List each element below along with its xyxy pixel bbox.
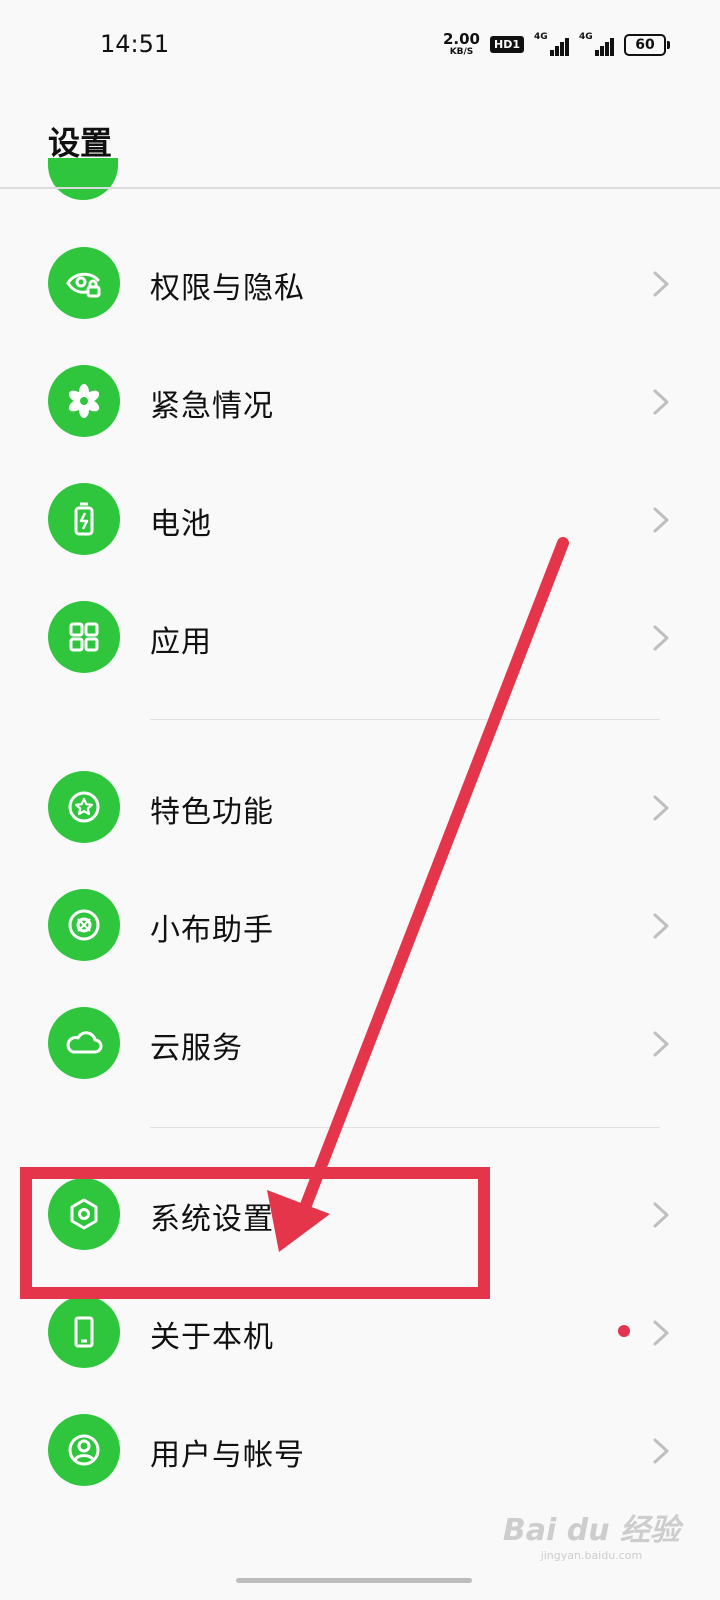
settings-item-label: 云服务	[150, 1031, 243, 1066]
settings-item-label: 应用	[150, 625, 212, 660]
hd-icon: HD1	[490, 36, 524, 53]
settings-list[interactable]: 权限与隐私 紧急情况 电池 应用 特色功能 小布助手 云服务 系统设置 关于本机…	[0, 189, 720, 1579]
settings-item-apps[interactable]: 应用	[0, 579, 720, 697]
user-circle-icon	[48, 1414, 120, 1486]
settings-item-features[interactable]: 特色功能	[0, 749, 720, 867]
watermark-logo: Bai du 经验	[502, 1513, 680, 1548]
battery-level: 60	[624, 33, 666, 56]
settings-item-label: 关于本机	[150, 1320, 274, 1355]
network-speed: 2.00 KB/S	[443, 32, 480, 57]
battery-icon	[48, 483, 120, 555]
chevron-right-icon	[653, 389, 669, 415]
chevron-right-icon	[653, 1031, 669, 1057]
settings-item-cloud[interactable]: 云服务	[0, 985, 720, 1103]
settings-item-label: 小布助手	[150, 913, 274, 948]
eye-lock-icon	[48, 247, 120, 319]
chevron-right-icon	[653, 507, 669, 533]
signal-network-label-2: 4G	[579, 31, 593, 42]
status-bar: 14:51 2.00 KB/S HD1 4G 4G 60	[0, 0, 720, 92]
settings-item-label: 电池	[150, 507, 212, 542]
chevron-right-icon	[653, 795, 669, 821]
phone-icon	[48, 1296, 120, 1368]
chevron-right-icon	[653, 271, 669, 297]
settings-item-label: 权限与隐私	[150, 271, 305, 306]
battery-icon: 60	[624, 33, 670, 56]
settings-item-assistant[interactable]: 小布助手	[0, 867, 720, 985]
status-time: 14:51	[100, 30, 170, 58]
signal-icon-2: 4G	[579, 31, 614, 56]
section-divider	[150, 1127, 660, 1128]
settings-item-label: 紧急情况	[150, 389, 274, 424]
settings-item-user-account[interactable]: 用户与帐号	[0, 1392, 720, 1510]
settings-item-privacy[interactable]: 权限与隐私	[0, 225, 720, 343]
asterisk-icon	[48, 365, 120, 437]
settings-item-label: 特色功能	[150, 795, 274, 830]
chevron-right-icon	[653, 625, 669, 651]
chevron-right-icon	[653, 913, 669, 939]
assistant-icon	[48, 889, 120, 961]
signal-icon: 4G	[534, 31, 569, 56]
network-speed-unit: KB/S	[449, 47, 474, 57]
chevron-right-icon	[653, 1438, 669, 1464]
chevron-right-icon	[653, 1320, 669, 1346]
settings-item-label: 用户与帐号	[150, 1438, 305, 1473]
settings-item-battery[interactable]: 电池	[0, 461, 720, 579]
watermark-url: jingyan.baidu.com	[540, 1549, 643, 1562]
settings-item-emergency[interactable]: 紧急情况	[0, 343, 720, 461]
watermark: Bai du 经验 jingyan.baidu.com	[503, 1505, 680, 1562]
star-circle-icon	[48, 771, 120, 843]
annotation-highlight-box	[20, 1167, 490, 1299]
section-divider	[150, 719, 660, 720]
cloud-icon	[48, 1007, 120, 1079]
network-speed-value: 2.00	[442, 30, 480, 48]
home-indicator[interactable]	[236, 1578, 472, 1583]
chevron-right-icon	[653, 1202, 669, 1228]
grid-icon	[48, 601, 120, 673]
status-icons: 2.00 KB/S HD1 4G 4G 60	[443, 32, 670, 57]
signal-network-label: 4G	[534, 31, 548, 42]
notification-dot	[618, 1325, 630, 1337]
